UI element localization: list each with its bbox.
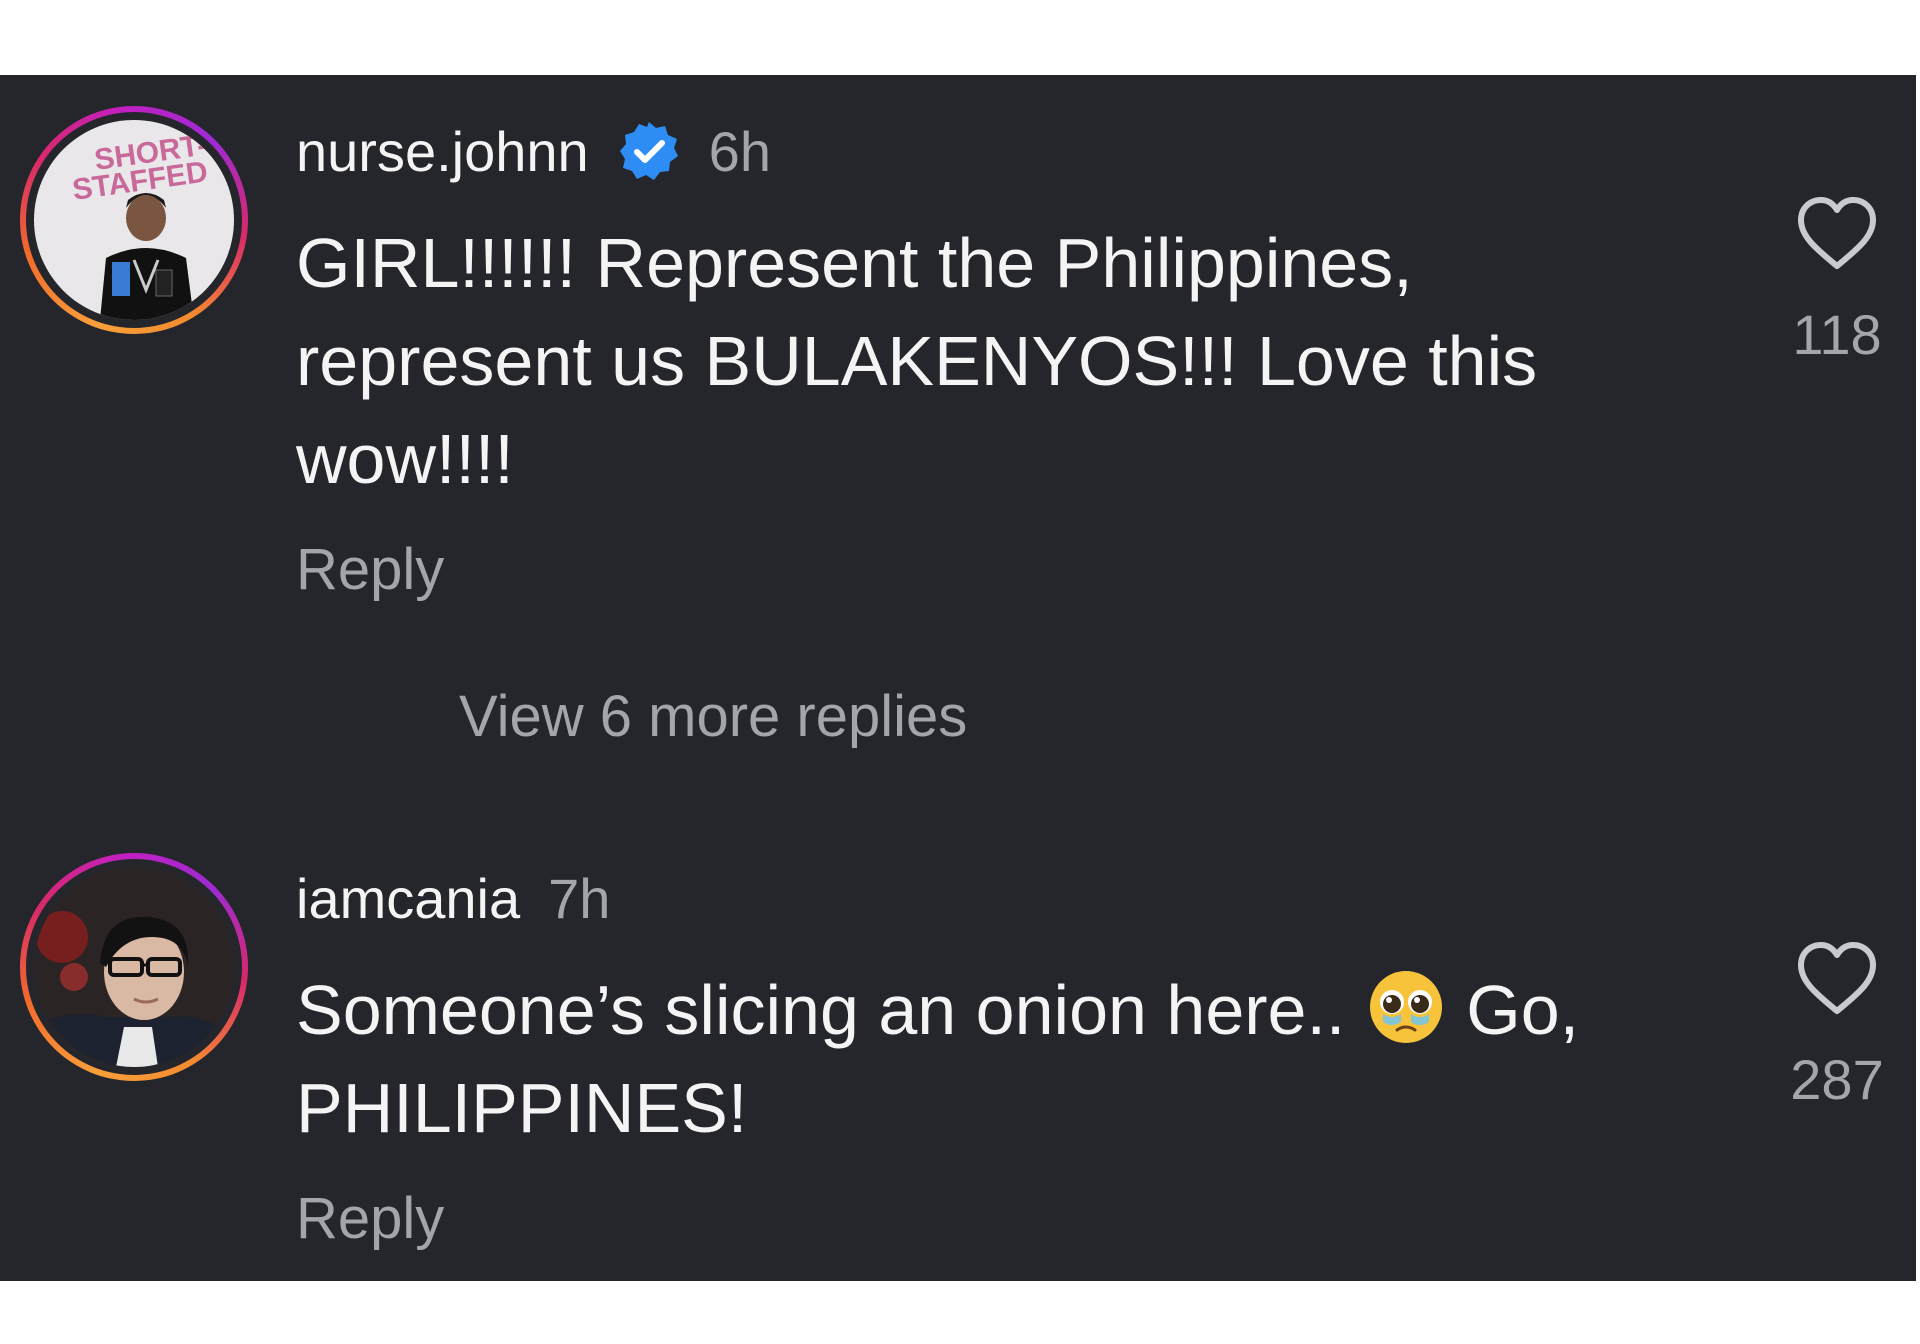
comment-text: GIRL!!!!!! Represent the Philippines, re… — [296, 224, 1538, 498]
like-count: 287 — [1790, 1048, 1884, 1111]
avatar: SHORT- STAFFED — [34, 120, 234, 320]
comments-panel: SHORT- STAFFED nurse.johnn 6h GIRL!!!!!!… — [0, 75, 1916, 1281]
reply-button[interactable]: Reply — [296, 1185, 444, 1252]
like-control: 287 — [1782, 941, 1892, 1112]
reply-button[interactable]: Reply — [296, 536, 444, 603]
comment-time: 7h — [548, 866, 611, 930]
comment-text: Someone’s slicing an onion here.. Go, PH… — [296, 961, 1676, 1157]
like-control: 118 — [1782, 196, 1892, 367]
avatar-image: SHORT- STAFFED — [34, 120, 234, 320]
comment-time: 6h — [708, 119, 771, 183]
avatar — [34, 867, 234, 1067]
avatar-story-ring[interactable]: SHORT- STAFFED — [20, 106, 248, 334]
username[interactable]: nurse.johnn — [296, 119, 589, 184]
heart-outline-icon[interactable] — [1795, 196, 1879, 272]
heart-outline-icon[interactable] — [1795, 941, 1879, 1017]
username[interactable]: iamcania — [296, 866, 520, 931]
view-more-replies-button[interactable]: View 6 more replies — [459, 683, 967, 750]
like-count: 118 — [1792, 303, 1882, 366]
pleading-face-emoji-icon — [1367, 968, 1445, 1046]
verified-badge-icon — [617, 119, 681, 183]
avatar-image — [34, 867, 234, 1067]
comment-text-part: Someone’s slicing an onion here.. — [296, 971, 1365, 1049]
avatar-story-ring[interactable] — [20, 853, 248, 1081]
